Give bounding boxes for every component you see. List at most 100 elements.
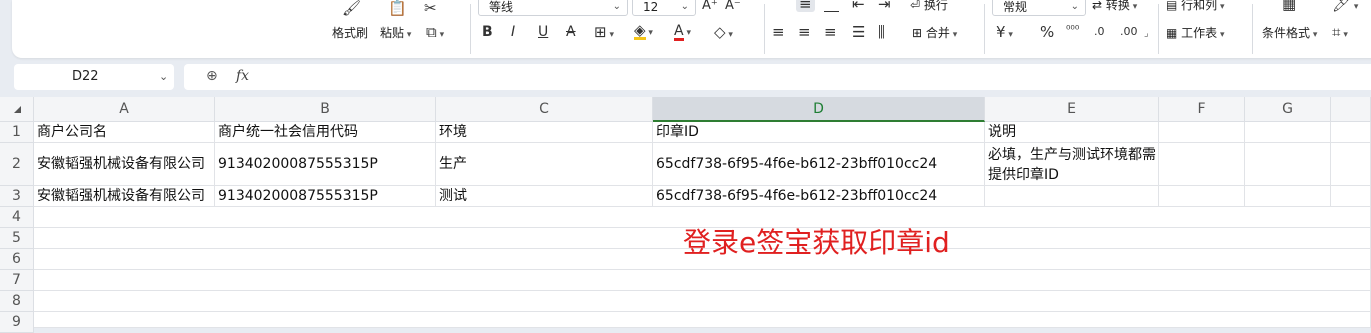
copy-icon[interactable]: ⧉ ▾ <box>426 24 444 43</box>
row-header-4[interactable]: 4 <box>0 207 34 228</box>
number-dialog-launcher-icon[interactable]: ⌟ <box>1144 26 1149 42</box>
align-middle-icon[interactable]: ≡ <box>796 0 815 12</box>
cell-g3[interactable] <box>1245 186 1331 207</box>
cell-d3[interactable]: 65cdf738-6f95-4f6e-b612-23bff010cc24 <box>653 186 985 207</box>
empty-row[interactable] <box>34 291 1371 312</box>
border-icon[interactable]: ⊞ ▾ <box>594 24 614 43</box>
column-header-d[interactable]: D <box>653 97 985 122</box>
cell-b1[interactable]: 商户统一社会信用代码 <box>215 122 436 143</box>
cell-c2[interactable]: 生产 <box>436 143 653 186</box>
decrease-font-icon[interactable]: A⁻ <box>725 0 741 14</box>
format-painter-icon[interactable]: 🖌 <box>342 0 361 16</box>
cell-style-icon[interactable]: 🖊 ▾ <box>1332 0 1358 15</box>
cell-e3[interactable] <box>985 186 1159 207</box>
format-painter-button[interactable]: 格式刷 <box>332 24 368 41</box>
cell-b3[interactable]: 91340200087555315P <box>215 186 436 207</box>
fill-color-icon[interactable]: ◈ ▾ <box>634 22 653 41</box>
chevron-down-icon[interactable]: ⌄ <box>159 70 168 83</box>
decrease-decimal-icon[interactable]: .00 <box>1120 24 1138 40</box>
wrap-text-button[interactable]: ⏎ 换行 <box>910 0 948 13</box>
merge-button[interactable]: ⊞ 合并 ▾ <box>912 24 957 41</box>
percent-icon[interactable]: % <box>1040 24 1054 40</box>
indent-increase-icon[interactable]: ⇥ <box>878 0 891 12</box>
align-left-icon[interactable]: ≡ <box>772 24 785 40</box>
ribbon-toolbar: 🖌 格式刷 📋 粘贴 ▾ ✂ ⧉ ▾ 等线 ⌄ 12 ⌄ A⁺ A⁻ B I U A… <box>12 0 1371 58</box>
cell-d1[interactable]: 印章ID <box>653 122 985 143</box>
empty-row[interactable] <box>34 312 1371 328</box>
cell-h2[interactable] <box>1331 143 1371 186</box>
font-color-icon[interactable]: A ▾ <box>674 22 691 41</box>
cell-b2[interactable]: 91340200087555315P <box>215 143 436 186</box>
cell-c3[interactable]: 测试 <box>436 186 653 207</box>
column-header-b[interactable]: B <box>215 97 436 122</box>
indent-decrease-icon[interactable]: ⇤ <box>852 0 865 12</box>
currency-icon[interactable]: ¥ ▾ <box>996 24 1013 43</box>
strikethrough-icon[interactable]: A <box>566 24 576 40</box>
conditional-format-icon[interactable]: ▦ <box>1282 0 1296 12</box>
zoom-icon[interactable]: ⊕ <box>206 68 218 84</box>
align-center-icon[interactable]: ≡ <box>798 24 811 40</box>
column-header-c[interactable]: C <box>436 97 653 122</box>
cell-h1[interactable] <box>1331 122 1371 143</box>
cell-a2[interactable]: 安徽韬强机械设备有限公司 <box>34 143 215 186</box>
row-header-9[interactable]: 9 <box>0 312 34 333</box>
cell-e1[interactable]: 说明 <box>985 122 1159 143</box>
group-separator <box>1252 4 1253 54</box>
clear-format-icon[interactable]: ◇ ▾ <box>714 24 733 43</box>
cut-icon[interactable]: ✂ <box>424 0 437 16</box>
row-header-3[interactable]: 3 <box>0 186 34 207</box>
justify-icon[interactable]: ☰ <box>852 24 865 40</box>
thousands-separator-icon[interactable]: ⁰⁰⁰ <box>1066 22 1079 38</box>
column-header-f[interactable]: F <box>1159 97 1245 122</box>
column-header-h[interactable] <box>1331 97 1371 122</box>
conditional-format-button[interactable]: 条件格式 ▾ <box>1262 24 1317 41</box>
convert-button[interactable]: ⇄ 转换 ▾ <box>1092 0 1137 13</box>
paste-button[interactable]: 粘贴 ▾ <box>380 24 411 41</box>
group-separator <box>1158 4 1159 54</box>
cell-g1[interactable] <box>1245 122 1331 143</box>
cell-g2[interactable] <box>1245 143 1331 186</box>
name-box[interactable]: D22 ⌄ <box>14 64 174 90</box>
font-size-select[interactable]: 12 ⌄ <box>632 0 696 16</box>
cell-a1[interactable]: 商户公司名 <box>34 122 215 143</box>
bold-icon[interactable]: B <box>482 24 493 40</box>
worksheet-button[interactable]: ▦ 工作表 ▾ <box>1166 24 1225 41</box>
number-format-select[interactable]: 常规 ⌄ <box>992 0 1086 16</box>
paste-icon[interactable]: 📋 <box>388 0 407 16</box>
table-style-icon[interactable]: ⌗ ▾ <box>1332 24 1348 43</box>
group-separator <box>470 4 471 54</box>
column-header-g[interactable]: G <box>1245 97 1331 122</box>
fx-icon[interactable]: fx <box>236 68 249 84</box>
annotation-text: 登录e签宝获取印章id <box>683 226 950 259</box>
row-header-8[interactable]: 8 <box>0 291 34 312</box>
font-name-select[interactable]: 等线 ⌄ <box>478 0 628 16</box>
cell-f3[interactable] <box>1159 186 1245 207</box>
increase-font-icon[interactable]: A⁺ <box>702 0 718 14</box>
column-header-a[interactable]: A <box>34 97 215 122</box>
row-header-2[interactable]: 2 <box>0 143 34 186</box>
italic-icon[interactable]: I <box>511 24 515 40</box>
spreadsheet-grid: A B C D E F G 1 2 3 4 5 6 7 8 9 商户公司名 商户… <box>0 97 1371 333</box>
cell-d2[interactable]: 65cdf738-6f95-4f6e-b612-23bff010cc24 <box>653 143 985 186</box>
align-bottom-icon[interactable]: ⎽ <box>824 0 839 12</box>
select-all-corner[interactable] <box>0 97 34 122</box>
column-header-e[interactable]: E <box>985 97 1159 122</box>
align-top-icon[interactable]: ⎺ <box>772 0 787 12</box>
cell-f2[interactable] <box>1159 143 1245 186</box>
cell-c1[interactable]: 环境 <box>436 122 653 143</box>
cell-a3[interactable]: 安徽韬强机械设备有限公司 <box>34 186 215 207</box>
row-header-1[interactable]: 1 <box>0 122 34 143</box>
cell-e2[interactable]: 必填，生产与测试环境都需提供印章ID <box>985 143 1159 186</box>
empty-row[interactable] <box>34 270 1371 291</box>
align-right-icon[interactable]: ≡ <box>824 24 837 40</box>
rows-cols-button[interactable]: ▤ 行和列 ▾ <box>1166 0 1225 13</box>
increase-decimal-icon[interactable]: .0 <box>1094 24 1105 40</box>
formula-bar[interactable]: ⊕ fx <box>184 64 1371 90</box>
cell-f1[interactable] <box>1159 122 1245 143</box>
row-header-5[interactable]: 5 <box>0 228 34 249</box>
cell-h3[interactable] <box>1331 186 1371 207</box>
underline-icon[interactable]: U <box>538 24 548 40</box>
row-header-6[interactable]: 6 <box>0 249 34 270</box>
distributed-align-icon[interactable]: ⫼ <box>878 24 885 40</box>
row-header-7[interactable]: 7 <box>0 270 34 291</box>
